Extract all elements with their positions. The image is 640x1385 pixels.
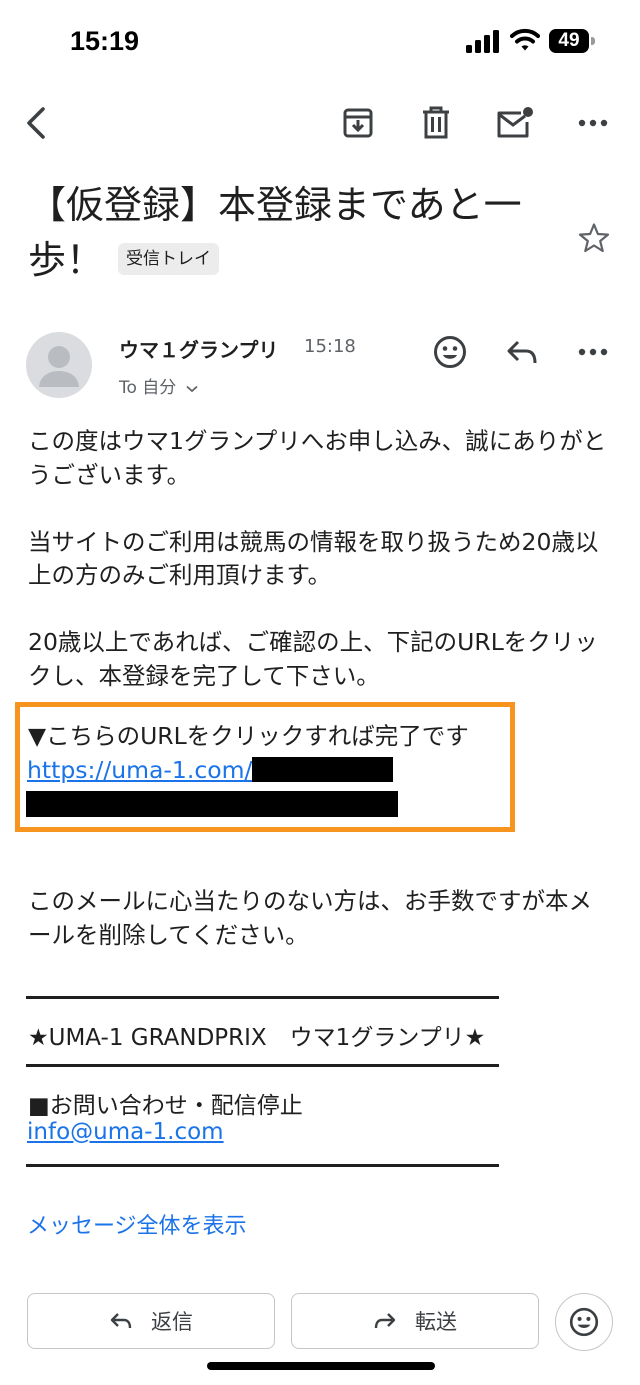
archive-icon bbox=[343, 108, 373, 138]
contact-email-link[interactable]: info@uma-1.com bbox=[27, 1119, 224, 1145]
inbox-label-chip[interactable]: 受信トレイ bbox=[118, 242, 220, 275]
chevron-down-icon bbox=[186, 385, 198, 393]
battery-level: 49 bbox=[558, 30, 580, 51]
mark-unread-button[interactable] bbox=[493, 101, 537, 145]
archive-button[interactable] bbox=[336, 101, 380, 145]
forward-label: 転送 bbox=[415, 1310, 457, 1334]
email-subject: 【仮登録】本登録まであと一歩！ 受信トレイ bbox=[28, 178, 548, 288]
trash-icon bbox=[423, 106, 449, 139]
reply-icon bbox=[110, 1313, 132, 1329]
divider bbox=[26, 996, 499, 999]
email-time: 15:18 bbox=[304, 336, 356, 357]
email-body: この度はウマ1グランプリへお申し込み、誠にありがとうございます。 当サイトのご利… bbox=[28, 425, 618, 693]
forward-button[interactable]: 転送 bbox=[291, 1293, 539, 1349]
body-paragraph: 当サイトのご利用は競馬の情報を取り扱うため20歳以上の方のみご利用頂けます。 bbox=[28, 527, 599, 590]
back-button[interactable] bbox=[14, 101, 58, 145]
recipient-text: To 自分 bbox=[119, 378, 177, 398]
divider bbox=[26, 1064, 499, 1067]
person-icon bbox=[39, 346, 79, 387]
forward-icon bbox=[374, 1313, 396, 1329]
body-paragraph: このメールに心当たりのない方は、お手数ですが本メールを削除してください。 bbox=[28, 887, 592, 949]
chevron-left-icon bbox=[27, 107, 45, 139]
sender-name[interactable]: ウマ１グランプリ bbox=[119, 334, 278, 363]
body-paragraph: 20歳以上であれば、ご確認の上、下記のURLをクリックし、本登録を完了して下さい… bbox=[28, 628, 598, 690]
reply-button[interactable]: 返信 bbox=[27, 1293, 275, 1349]
recipient-details[interactable]: To 自分 bbox=[119, 373, 198, 398]
smiley-icon bbox=[434, 336, 466, 368]
cellular-signal-icon bbox=[466, 30, 499, 53]
home-indicator[interactable] bbox=[207, 1362, 435, 1370]
add-reaction-button[interactable] bbox=[428, 330, 472, 374]
divider bbox=[26, 1164, 499, 1167]
mail-unread-icon bbox=[497, 107, 533, 138]
emoji-reaction-button[interactable] bbox=[555, 1293, 613, 1351]
show-full-message-link[interactable]: メッセージ全体を表示 bbox=[27, 1208, 247, 1240]
message-more-button[interactable] bbox=[571, 330, 615, 374]
more-horizontal-icon bbox=[578, 119, 608, 127]
star-button[interactable] bbox=[572, 216, 616, 260]
contact-label: ■お問い合わせ・配信停止 bbox=[28, 1093, 303, 1119]
highlight-box bbox=[15, 702, 515, 832]
more-horizontal-icon bbox=[578, 348, 608, 356]
sender-avatar[interactable] bbox=[26, 332, 92, 398]
wifi-icon bbox=[510, 28, 540, 51]
status-time: 15:19 bbox=[70, 26, 140, 56]
subject-text: 【仮登録】本登録まであと一歩！ bbox=[28, 183, 522, 282]
delete-button[interactable] bbox=[414, 101, 458, 145]
battery-icon: 49 bbox=[549, 29, 597, 53]
body-paragraph: この度はウマ1グランプリへお申し込み、誠にありがとうございます。 bbox=[28, 427, 607, 489]
signature: ★UMA-1 GRANDPRIX ウマ1グランプリ★ bbox=[28, 1025, 486, 1051]
more-options-button[interactable] bbox=[571, 101, 615, 145]
reply-icon-button[interactable] bbox=[500, 330, 544, 374]
star-icon bbox=[578, 223, 610, 253]
reply-icon bbox=[507, 340, 537, 364]
reply-label: 返信 bbox=[151, 1310, 193, 1334]
smiley-icon bbox=[569, 1307, 599, 1337]
